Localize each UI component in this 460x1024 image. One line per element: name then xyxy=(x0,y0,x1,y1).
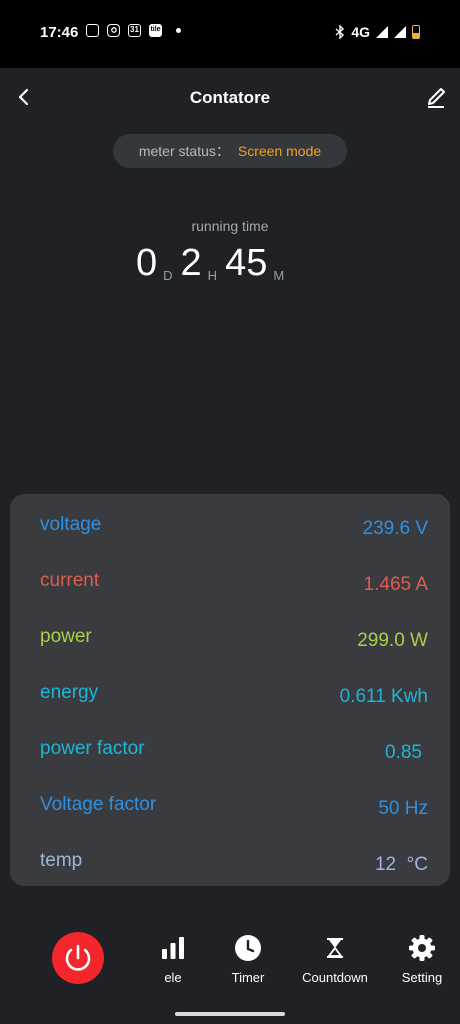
reading-value: 0.85 xyxy=(385,742,422,763)
reading-row-voltage: voltage 239.6 V xyxy=(10,508,450,548)
reading-label: energy xyxy=(40,682,99,703)
running-time: 0 D 2 H 45 M xyxy=(136,240,292,286)
days-unit: D xyxy=(163,268,173,283)
reading-row-energy: energy 0.611 Kwh xyxy=(10,676,450,716)
minutes-unit: M xyxy=(273,268,285,283)
signal-icon xyxy=(376,26,388,38)
meter-status-pill: meter status： Screen mode xyxy=(113,134,347,168)
clock: 17:46 xyxy=(40,24,79,41)
tile-icon: tile xyxy=(149,24,162,37)
running-minutes: 45 xyxy=(225,242,268,284)
nav-countdown[interactable]: Countdown xyxy=(295,934,375,985)
clock-icon xyxy=(208,934,288,962)
reading-label: power xyxy=(40,626,92,647)
reading-label: voltage xyxy=(40,514,102,535)
meter-status-value: Screen mode xyxy=(237,143,322,159)
notification-icons: 31 tile xyxy=(86,24,181,37)
nav-setting[interactable]: Setting xyxy=(382,934,460,985)
square-outline-icon xyxy=(86,24,99,37)
power-icon xyxy=(65,944,91,971)
network-type: 4G xyxy=(351,24,370,40)
calendar-31-icon: 31 xyxy=(128,24,141,37)
power-button[interactable] xyxy=(52,932,104,984)
bottom-nav: ele Timer Countdown Setting xyxy=(0,920,460,1000)
nav-label: Setting xyxy=(401,970,443,985)
nav-label: Timer xyxy=(231,970,265,985)
nav-label: Countdown xyxy=(302,970,368,985)
bar-chart-icon xyxy=(133,934,213,962)
pencil-icon xyxy=(428,88,445,108)
running-hours: 2 xyxy=(180,242,202,284)
meter-status-label: meter status： xyxy=(138,143,230,159)
instagram-icon xyxy=(107,24,120,37)
hours-unit: H xyxy=(207,268,218,283)
reading-value: 299.0 W xyxy=(357,630,428,651)
reading-value: 1.465 A xyxy=(363,574,428,595)
reading-row-power-factor: power factor 0.85 xyxy=(10,732,450,772)
reading-value: 12 °C xyxy=(374,854,428,875)
nav-ele[interactable]: ele xyxy=(133,934,213,985)
page-title: Contatore xyxy=(189,88,271,107)
hourglass-icon xyxy=(295,934,375,962)
app-header: Contatore xyxy=(0,68,460,128)
reading-value: 239.6 V xyxy=(362,518,429,539)
running-days: 0 xyxy=(136,242,158,284)
running-time-label: running time xyxy=(191,218,269,234)
battery-icon xyxy=(412,25,420,39)
reading-row-power: power 299.0 W xyxy=(10,620,450,660)
reading-row-current: current 1.465 A xyxy=(10,564,450,604)
reading-label: Voltage factor xyxy=(40,794,157,815)
reading-row-temp: temp 12 °C xyxy=(10,844,450,884)
nav-timer[interactable]: Timer xyxy=(208,934,288,985)
edit-button[interactable] xyxy=(424,82,448,112)
reading-row-voltage-factor: Voltage factor 50 Hz xyxy=(10,788,450,828)
home-indicator[interactable] xyxy=(175,1012,285,1016)
reading-label: current xyxy=(40,570,100,591)
reading-label: power factor xyxy=(40,738,145,759)
reading-value: 50 Hz xyxy=(378,798,428,819)
status-bar: 17:46 31 tile 4G xyxy=(0,0,460,68)
reading-value: 0.611 Kwh xyxy=(339,686,428,707)
nav-label: ele xyxy=(164,970,182,985)
reading-label: temp xyxy=(40,850,83,871)
more-notifications-dot xyxy=(176,28,181,33)
signal-icon-2 xyxy=(394,26,406,38)
system-indicators: 4G xyxy=(335,24,420,40)
bluetooth-icon xyxy=(335,25,345,39)
readings-panel: voltage 239.6 V current 1.465 A power 29… xyxy=(10,494,450,886)
gear-icon xyxy=(382,934,460,962)
